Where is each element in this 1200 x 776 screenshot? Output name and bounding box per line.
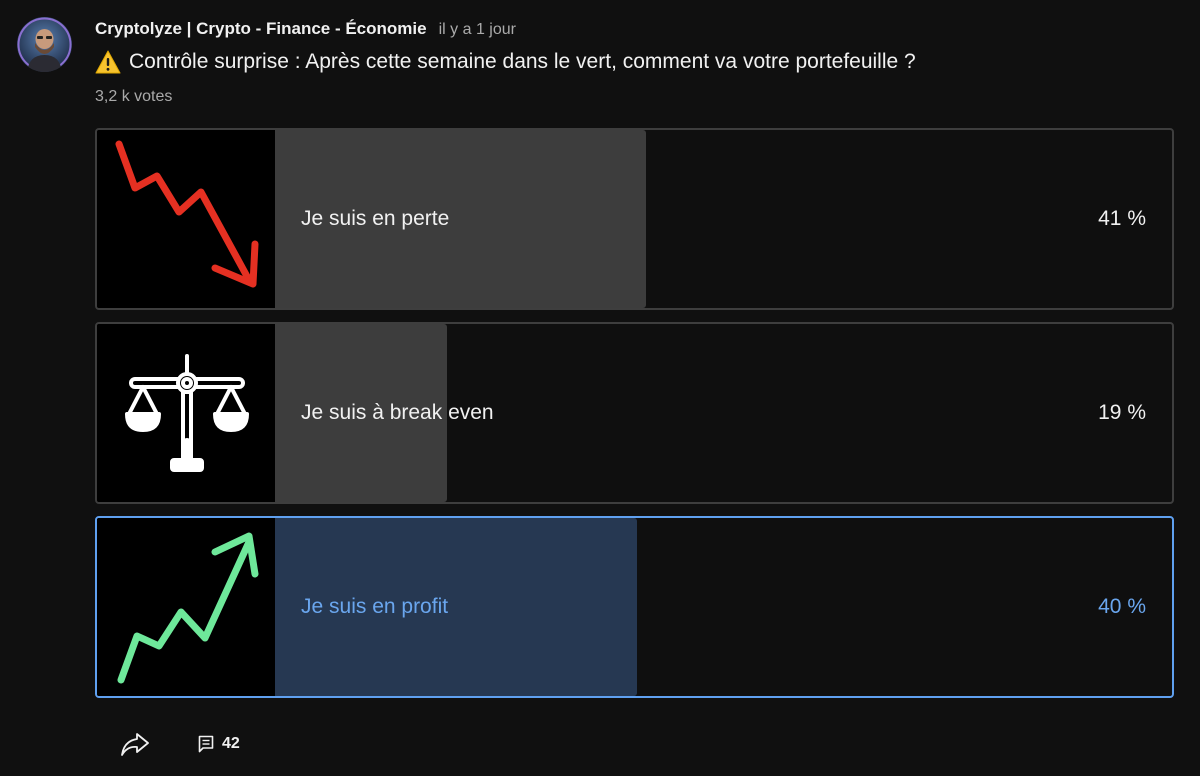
poll-option-profit[interactable]: Je suis en profit 40 %: [95, 516, 1174, 698]
balance-scale-icon: [97, 324, 275, 502]
comments-button[interactable]: 42: [198, 735, 240, 753]
channel-name[interactable]: Cryptolyze | Crypto - Finance - Économie: [95, 19, 427, 39]
green-up-arrow-icon: [97, 518, 275, 696]
option-label: Je suis à break even: [301, 401, 494, 424]
share-icon: [121, 733, 149, 756]
post-actions: 42: [118, 728, 240, 760]
channel-avatar[interactable]: [17, 17, 72, 72]
option-label: Je suis en perte: [301, 207, 450, 230]
poll-option-loss[interactable]: Je suis en perte 41 %: [95, 128, 1174, 310]
poll-question-text: Contrôle surprise : Après cette semaine …: [129, 50, 916, 73]
comment-icon: [198, 735, 214, 753]
channel-line: Cryptolyze | Crypto - Finance - Économie…: [95, 19, 516, 39]
red-down-arrow-icon: [97, 130, 275, 308]
warning-icon: [95, 50, 121, 74]
option-label: Je suis en profit: [301, 595, 449, 618]
poll-question: Contrôle surprise : Après cette semaine …: [95, 50, 916, 74]
share-button[interactable]: [118, 728, 152, 760]
post-time[interactable]: il y a 1 jour: [439, 21, 516, 39]
poll-option-break-even[interactable]: Je suis à break even 19 %: [95, 322, 1174, 504]
post-header: Cryptolyze | Crypto - Finance - Économie…: [95, 19, 516, 39]
option-percent: 19 %: [1098, 401, 1146, 424]
vote-count: 3,2 k votes: [95, 88, 173, 105]
option-percent: 41 %: [1098, 207, 1146, 230]
option-percent: 40 %: [1098, 595, 1146, 618]
comment-count: 42: [222, 735, 240, 752]
